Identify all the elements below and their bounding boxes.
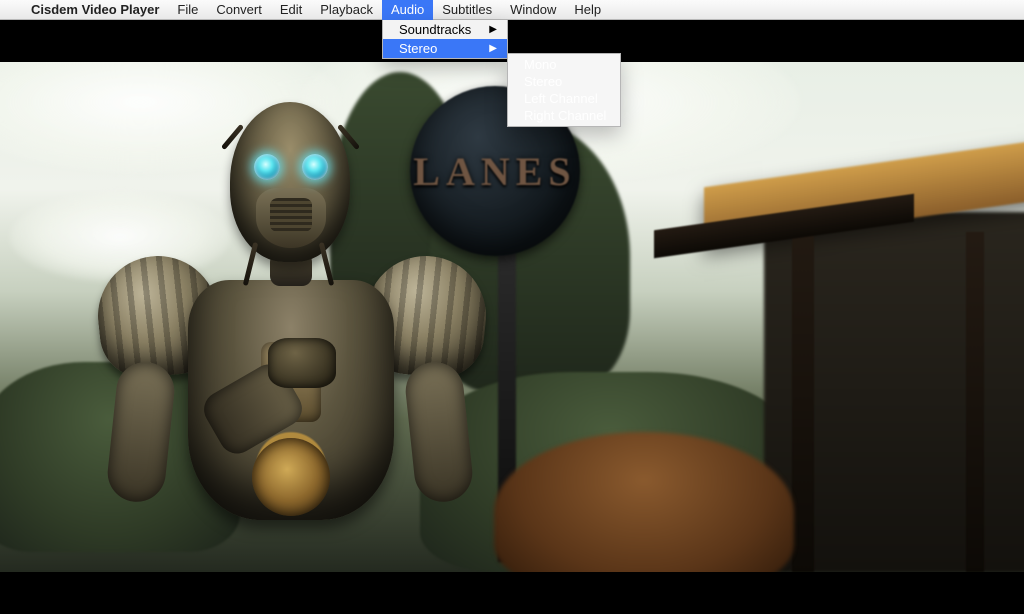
menu-convert[interactable]: Convert xyxy=(207,0,271,20)
stereo-submenu-left-channel[interactable]: Left Channel xyxy=(508,90,620,107)
submenu-arrow-icon: ▶ xyxy=(489,41,497,56)
menu-window[interactable]: Window xyxy=(501,0,565,20)
menu-app-name[interactable]: Cisdem Video Player xyxy=(22,0,168,20)
audio-menu-soundtracks[interactable]: Soundtracks ▶ xyxy=(383,20,507,39)
menu-file[interactable]: File xyxy=(168,0,207,20)
robot-character xyxy=(110,92,470,572)
support-beam xyxy=(966,232,984,572)
audio-dropdown: Soundtracks ▶ Stereo ▶ Mono Stereo Left … xyxy=(382,20,508,59)
menu-item-label: Stereo xyxy=(399,41,437,56)
stereo-submenu-stereo[interactable]: Stereo xyxy=(508,73,620,90)
robot-eye-left xyxy=(254,154,280,180)
robot-upperarm-left xyxy=(105,359,177,504)
stereo-submenu: Mono Stereo Left Channel Right Channel xyxy=(507,53,621,127)
robot-faceplate xyxy=(256,188,326,248)
stereo-submenu-mono[interactable]: Mono xyxy=(508,56,620,73)
menu-help[interactable]: Help xyxy=(565,0,610,20)
stereo-submenu-right-channel[interactable]: Right Channel xyxy=(508,107,620,124)
menu-subtitles[interactable]: Subtitles xyxy=(433,0,501,20)
menu-item-label: Soundtracks xyxy=(399,22,471,37)
menu-audio[interactable]: Audio xyxy=(382,0,433,20)
menu-playback[interactable]: Playback xyxy=(311,0,382,20)
submenu-arrow-icon: ▶ xyxy=(489,22,497,37)
menu-edit[interactable]: Edit xyxy=(271,0,311,20)
support-beam xyxy=(792,212,814,572)
mac-menubar: Cisdem Video Player File Convert Edit Pl… xyxy=(0,0,1024,20)
audio-menu-stereo[interactable]: Stereo ▶ Mono Stereo Left Channel Right … xyxy=(383,39,507,58)
robot-eye-right xyxy=(302,154,328,180)
robot-hand xyxy=(268,338,336,388)
video-frame: LANES xyxy=(0,62,1024,572)
robot-upperarm-right xyxy=(403,359,475,504)
